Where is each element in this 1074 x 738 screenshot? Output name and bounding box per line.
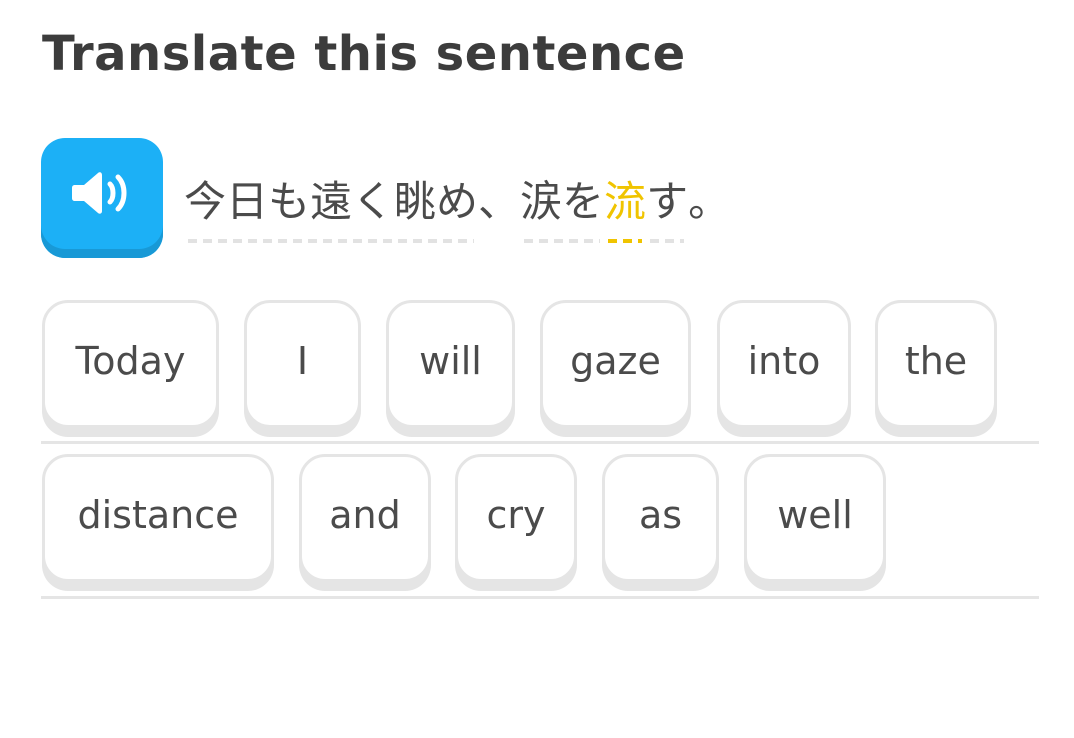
word-chip[interactable]: Today	[42, 300, 219, 428]
prompt-word-highlighted[interactable]: 流	[604, 168, 646, 243]
prompt-period: 。	[688, 177, 731, 226]
prompt-sentence: 今日も遠く眺め 、 涙を 流 す 。	[184, 168, 730, 243]
word-chip[interactable]: I	[244, 300, 361, 428]
word-chip[interactable]: well	[744, 454, 886, 582]
translate-exercise: Translate this sentence 今日も遠く眺め 、 涙を 流 す…	[0, 0, 1074, 738]
word-chip[interactable]: gaze	[540, 300, 691, 428]
word-chip[interactable]: the	[875, 300, 997, 428]
word-chip[interactable]: into	[717, 300, 851, 428]
word-bank-row: distance and cry as well	[41, 452, 1039, 599]
word-bank-row: Today I will gaze into the	[41, 298, 1039, 444]
word-chip[interactable]: will	[386, 300, 515, 428]
prompt-comma: 、	[478, 177, 521, 226]
word-chip[interactable]: as	[602, 454, 719, 582]
page-title: Translate this sentence	[42, 26, 686, 82]
prompt-word-group[interactable]: 涙を	[520, 168, 604, 243]
word-chip[interactable]: cry	[455, 454, 577, 582]
prompt-word-group[interactable]: す	[646, 168, 688, 243]
word-chip[interactable]: distance	[42, 454, 274, 582]
speaker-icon	[72, 172, 127, 214]
play-audio-button[interactable]	[41, 138, 163, 258]
word-chip[interactable]: and	[299, 454, 431, 582]
prompt-word-group[interactable]: 今日も遠く眺め	[184, 168, 478, 243]
